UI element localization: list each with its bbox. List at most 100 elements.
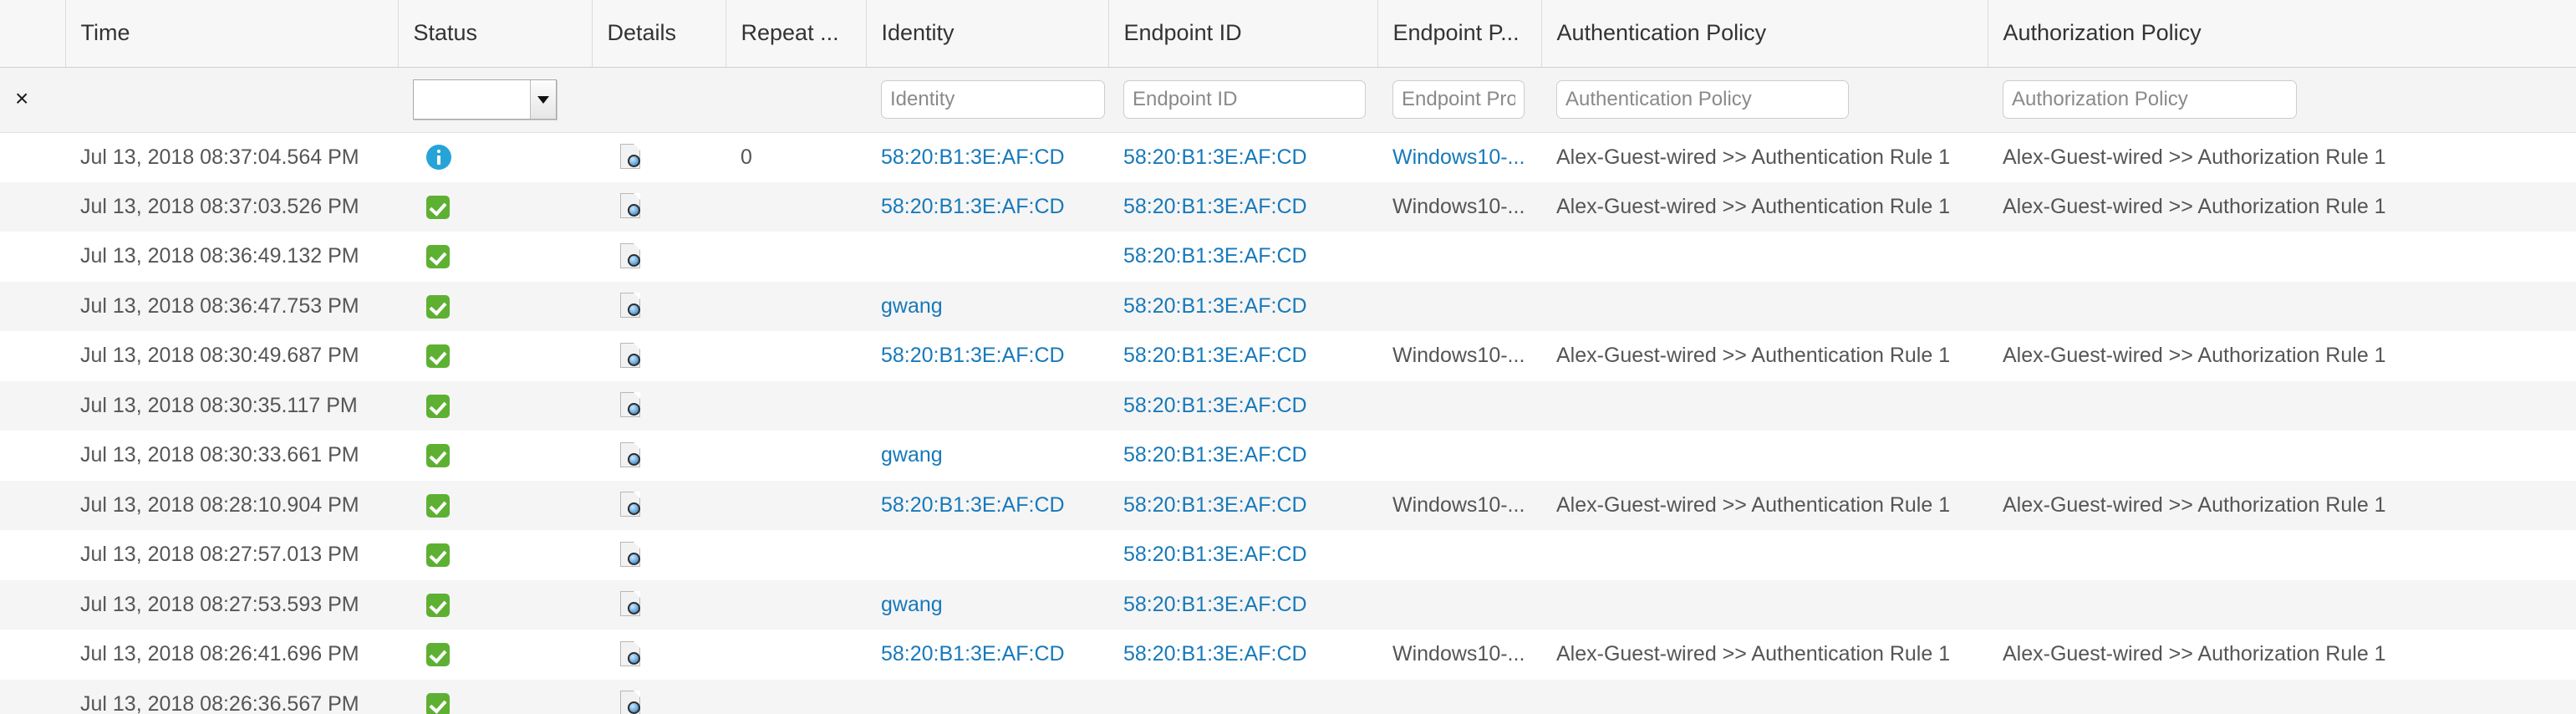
cell-identity-link[interactable]: 58:20:B1:3E:AF:CD — [881, 195, 1065, 218]
column-header-select[interactable] — [0, 0, 66, 68]
cell-details[interactable] — [592, 132, 725, 182]
cell-endpoint-id-link[interactable]: 58:20:B1:3E:AF:CD — [1123, 593, 1307, 616]
table-row[interactable]: Jul 13, 2018 08:30:33.661 PM gwang 58:20:B… — [0, 431, 2576, 481]
column-header-endpoint-id[interactable]: Endpoint ID — [1108, 0, 1378, 68]
row-select-cell[interactable] — [0, 232, 65, 282]
details-magnifier-icon[interactable] — [620, 492, 644, 518]
row-select-cell[interactable] — [0, 331, 65, 381]
row-select-cell[interactable] — [0, 680, 65, 714]
column-header-details[interactable]: Details — [592, 0, 726, 68]
row-select-cell[interactable] — [0, 630, 65, 680]
cell-identity-link[interactable]: 58:20:B1:3E:AF:CD — [881, 344, 1065, 367]
cell-identity-link[interactable]: 58:20:B1:3E:AF:CD — [881, 493, 1065, 517]
table-row[interactable]: Jul 13, 2018 08:27:53.593 PM gwang 58:20:B… — [0, 579, 2576, 630]
cell-endpoint-id[interactable]: 58:20:B1:3E:AF:CD — [1108, 580, 1377, 630]
row-select-cell[interactable] — [0, 580, 65, 630]
table-row[interactable]: Jul 13, 2018 08:30:49.687 PM 58:20:B1:3E:… — [0, 331, 2576, 381]
details-magnifier-icon[interactable] — [620, 591, 644, 618]
table-row[interactable]: Jul 13, 2018 08:26:41.696 PM 58:20:B1:3E:… — [0, 630, 2576, 680]
table-row[interactable]: Jul 13, 2018 08:26:36.567 PM — [0, 679, 2576, 714]
cell-endpoint-id-link[interactable]: 58:20:B1:3E:AF:CD — [1123, 443, 1307, 467]
cell-endpoint-id[interactable]: 58:20:B1:3E:AF:CD — [1108, 232, 1377, 282]
cell-details[interactable] — [592, 331, 725, 381]
cell-endpoint-id[interactable]: 58:20:B1:3E:AF:CD — [1108, 282, 1377, 332]
cell-details[interactable] — [592, 282, 725, 332]
cell-endpoint-id-link[interactable]: 58:20:B1:3E:AF:CD — [1123, 244, 1307, 268]
cell-endpoint-id-link[interactable]: 58:20:B1:3E:AF:CD — [1123, 145, 1307, 169]
cell-endpoint-id[interactable]: 58:20:B1:3E:AF:CD — [1108, 381, 1377, 431]
column-header-endpoint-profile[interactable]: Endpoint P... — [1377, 0, 1542, 68]
endpoint-profile-filter-input[interactable] — [1392, 80, 1525, 119]
column-header-status[interactable]: Status — [398, 0, 593, 68]
column-header-authorization-policy[interactable]: Authorization Policy — [1988, 0, 2576, 68]
cell-details[interactable] — [592, 232, 725, 282]
cell-identity-link[interactable]: gwang — [881, 443, 943, 467]
cell-endpoint-id[interactable]: 58:20:B1:3E:AF:CD — [1108, 530, 1377, 580]
row-select-cell[interactable] — [0, 431, 65, 481]
cell-details[interactable] — [592, 630, 725, 680]
table-row[interactable]: Jul 13, 2018 08:27:57.013 PM 58:20:B1:3E:… — [0, 530, 2576, 580]
details-magnifier-icon[interactable] — [620, 541, 644, 569]
cell-endpoint-id-link[interactable]: 58:20:B1:3E:AF:CD — [1123, 493, 1307, 517]
cell-endpoint-id-link[interactable]: 58:20:B1:3E:AF:CD — [1123, 642, 1307, 666]
cell-details[interactable] — [592, 431, 725, 481]
cell-identity[interactable]: 58:20:B1:3E:AF:CD — [866, 481, 1108, 531]
cell-endpoint-id-link[interactable]: 58:20:B1:3E:AF:CD — [1123, 394, 1307, 417]
cell-identity-link[interactable]: 58:20:B1:3E:AF:CD — [881, 145, 1065, 169]
endpoint-id-filter-input[interactable] — [1123, 80, 1366, 119]
cell-identity[interactable]: gwang — [866, 580, 1108, 630]
row-select-cell[interactable] — [0, 481, 65, 531]
details-magnifier-icon[interactable] — [620, 640, 644, 668]
authentication-policy-filter-input[interactable] — [1556, 80, 1849, 119]
cell-identity-link[interactable]: gwang — [881, 593, 943, 616]
details-magnifier-icon[interactable] — [620, 293, 644, 319]
row-select-cell[interactable] — [0, 530, 65, 580]
row-select-cell[interactable] — [0, 132, 65, 182]
cell-endpoint-id[interactable]: 58:20:B1:3E:AF:CD — [1108, 481, 1377, 531]
cell-identity[interactable]: 58:20:B1:3E:AF:CD — [866, 630, 1108, 680]
column-header-authentication-policy[interactable]: Authentication Policy — [1541, 0, 1988, 68]
details-magnifier-icon[interactable] — [620, 691, 644, 714]
table-row[interactable]: Jul 13, 2018 08:37:03.526 PM 58:20:B1:3E:… — [0, 181, 2576, 232]
cell-endpoint-profile-link[interactable]: Windows10-... — [1392, 145, 1525, 169]
table-row[interactable]: Jul 13, 2018 08:36:47.753 PM gwang 58:20:B… — [0, 281, 2576, 332]
row-select-cell[interactable] — [0, 381, 65, 431]
cell-endpoint-id-link[interactable]: 58:20:B1:3E:AF:CD — [1123, 344, 1307, 367]
cell-endpoint-id[interactable]: 58:20:B1:3E:AF:CD — [1108, 431, 1377, 481]
cell-endpoint-profile[interactable]: Windows10-... — [1377, 132, 1541, 182]
cell-details[interactable] — [592, 182, 725, 232]
column-header-repeat[interactable]: Repeat ... — [725, 0, 867, 68]
status-filter-select[interactable] — [413, 79, 557, 120]
details-magnifier-icon[interactable] — [620, 242, 644, 270]
column-header-identity[interactable]: Identity — [866, 0, 1109, 68]
cell-details[interactable] — [592, 530, 725, 580]
cell-endpoint-id[interactable]: 58:20:B1:3E:AF:CD — [1108, 182, 1377, 232]
cell-identity-link[interactable]: gwang — [881, 294, 943, 318]
cell-identity[interactable]: gwang — [866, 431, 1108, 481]
clear-filter-icon[interactable]: × — [15, 87, 28, 110]
cell-endpoint-id[interactable]: 58:20:B1:3E:AF:CD — [1108, 132, 1377, 182]
cell-details[interactable] — [592, 580, 725, 630]
details-magnifier-icon[interactable] — [620, 441, 644, 469]
table-row[interactable]: Jul 13, 2018 08:37:04.564 PM 0 58:20:B1:3E… — [0, 132, 2576, 182]
cell-endpoint-id-link[interactable]: 58:20:B1:3E:AF:CD — [1123, 543, 1307, 566]
column-header-time[interactable]: Time — [65, 0, 399, 68]
cell-endpoint-id[interactable]: 58:20:B1:3E:AF:CD — [1108, 331, 1377, 381]
identity-filter-input[interactable] — [881, 80, 1105, 119]
authorization-policy-filter-input[interactable] — [2003, 80, 2297, 119]
cell-identity[interactable]: gwang — [866, 282, 1108, 332]
cell-identity-link[interactable]: 58:20:B1:3E:AF:CD — [881, 642, 1065, 666]
table-row[interactable]: Jul 13, 2018 08:30:35.117 PM 58:20:B1:3E:… — [0, 380, 2576, 431]
details-magnifier-icon[interactable] — [620, 392, 644, 419]
cell-identity[interactable]: 58:20:B1:3E:AF:CD — [866, 182, 1108, 232]
cell-endpoint-id[interactable]: 58:20:B1:3E:AF:CD — [1108, 630, 1377, 680]
details-magnifier-icon[interactable] — [620, 342, 644, 370]
cell-identity[interactable]: 58:20:B1:3E:AF:CD — [866, 331, 1108, 381]
cell-details[interactable] — [592, 381, 725, 431]
cell-details[interactable] — [592, 481, 725, 531]
cell-endpoint-id-link[interactable]: 58:20:B1:3E:AF:CD — [1123, 294, 1307, 318]
row-select-cell[interactable] — [0, 182, 65, 232]
details-magnifier-icon[interactable] — [620, 193, 644, 220]
table-row[interactable]: Jul 13, 2018 08:28:10.904 PM 58:20:B1:3E:… — [0, 480, 2576, 531]
cell-details[interactable] — [592, 680, 725, 714]
